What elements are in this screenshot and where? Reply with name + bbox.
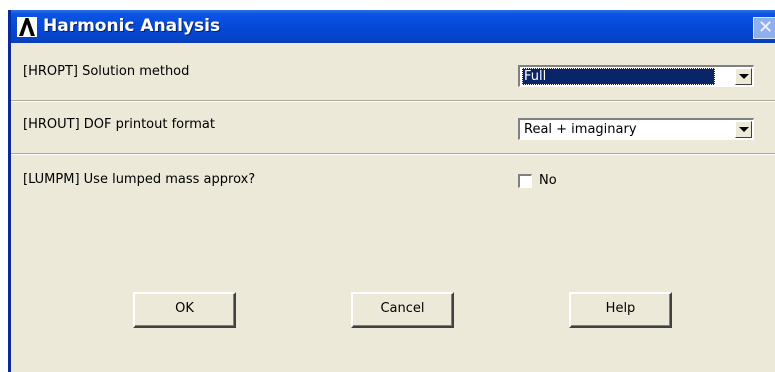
lumped-mass-checkbox[interactable] <box>518 174 532 188</box>
ansys-lambda-icon <box>17 17 37 37</box>
ok-button[interactable]: OK <box>133 292 236 328</box>
lumped-mass-checkbox-label[interactable]: No <box>539 173 557 188</box>
solution-method-value: Full <box>522 68 715 85</box>
chevron-down-icon[interactable] <box>735 68 752 85</box>
help-button[interactable]: Help <box>569 292 672 328</box>
title-bar[interactable]: Harmonic Analysis ✕ <box>11 10 775 43</box>
close-icon: ✕ <box>758 17 774 38</box>
solution-method-dropdown[interactable]: Full <box>518 65 754 87</box>
divider <box>11 153 775 155</box>
dof-printout-format-dropdown[interactable]: Real + imaginary <box>518 118 754 140</box>
dof-printout-format-label: [HROUT] DOF printout format <box>23 117 215 132</box>
dof-printout-format-value: Real + imaginary <box>524 122 637 137</box>
chevron-down-icon[interactable] <box>735 121 752 138</box>
close-button[interactable]: ✕ <box>753 17 775 39</box>
lumped-mass-label: [LUMPM] Use lumped mass approx? <box>23 172 256 187</box>
harmonic-analysis-dialog: Harmonic Analysis ✕ [HROPT] Solution met… <box>8 10 775 372</box>
divider <box>11 100 775 102</box>
window-title: Harmonic Analysis <box>43 16 221 36</box>
solution-method-label: [HROPT] Solution method <box>23 64 190 79</box>
cancel-button[interactable]: Cancel <box>351 292 454 328</box>
